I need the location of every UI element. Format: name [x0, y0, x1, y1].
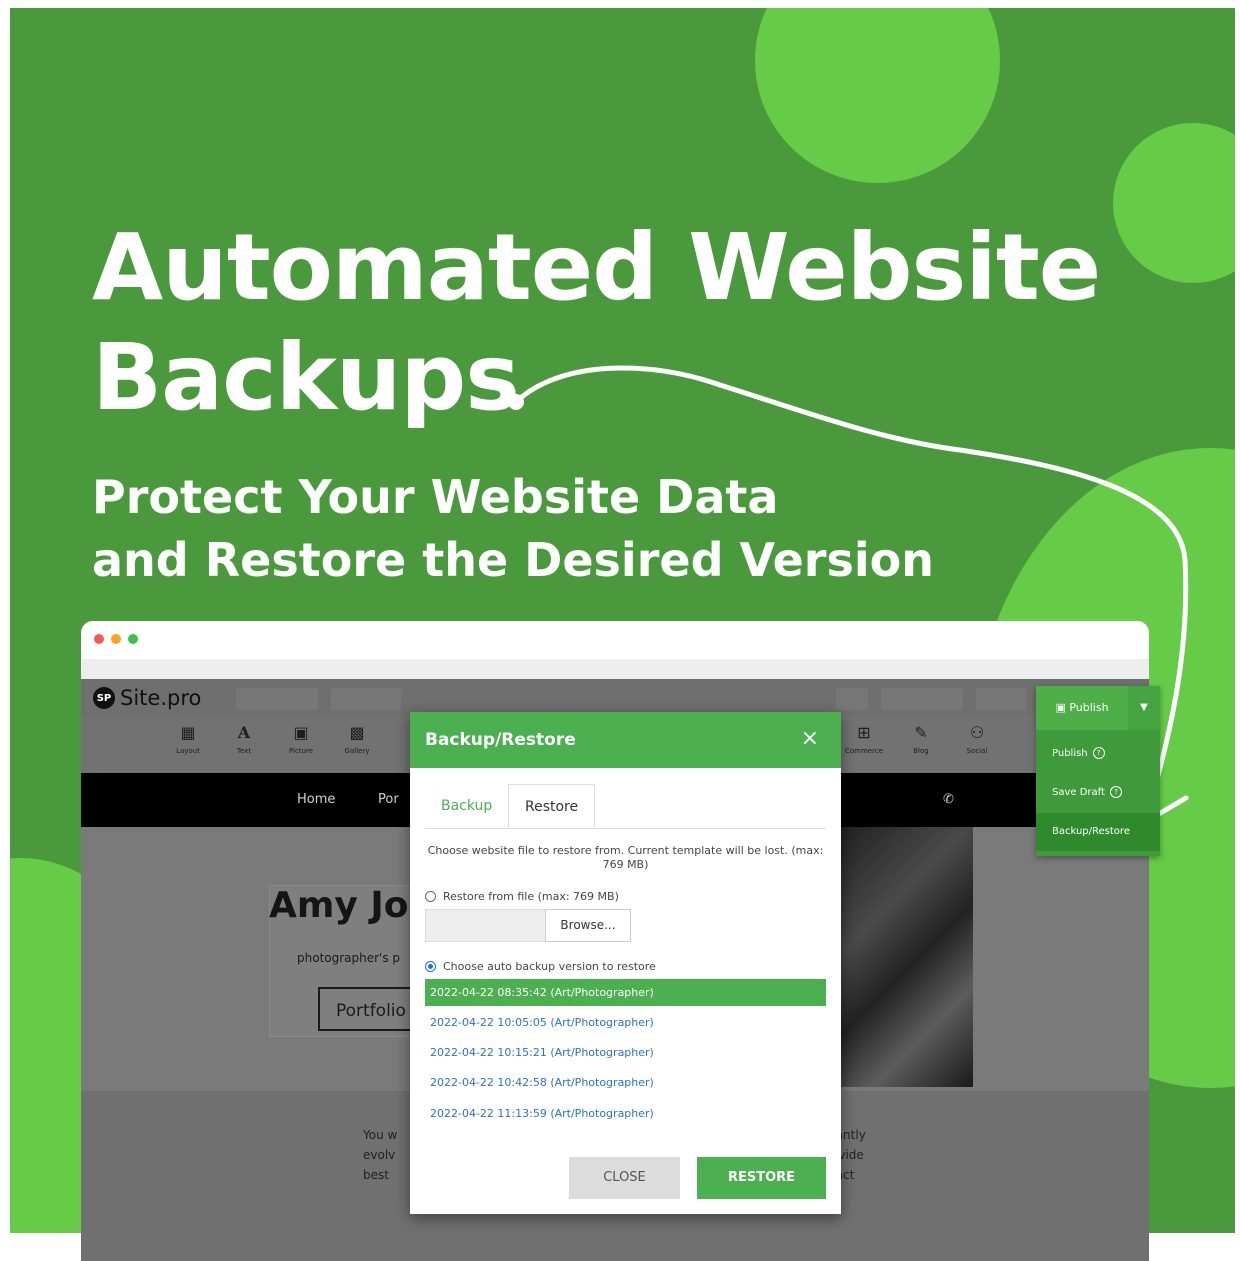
backup-version-item[interactable]: 2022-04-22 10:15:21 (Art/Photographer): [425, 1039, 826, 1066]
file-path-field[interactable]: [425, 909, 546, 942]
dialog-header: Backup/Restore ×: [410, 712, 841, 768]
radio-auto-backup[interactable]: [425, 961, 436, 972]
publish-menu: ▣ Publish ▼ Publish? Save Draft? Backup/…: [1036, 686, 1160, 856]
menu-item-save-draft[interactable]: Save Draft?: [1036, 774, 1160, 812]
backup-version-item[interactable]: 2022-04-22 11:13:59 (Art/Photographer): [425, 1100, 826, 1127]
restore-from-file-option[interactable]: Restore from file (max: 769 MB): [425, 890, 619, 903]
auto-backup-option[interactable]: Choose auto backup version to restore: [425, 960, 656, 973]
close-icon[interactable]: ×: [801, 726, 819, 751]
tab-backup[interactable]: Backup: [425, 784, 508, 828]
close-button[interactable]: CLOSE: [569, 1157, 680, 1199]
help-icon[interactable]: ?: [1109, 786, 1122, 798]
restore-from-file-label: Restore from file (max: 769 MB): [443, 890, 619, 903]
restore-button[interactable]: RESTORE: [697, 1157, 826, 1199]
save-icon: ▣: [1055, 701, 1070, 714]
dialog-tabs: Backup Restore: [425, 784, 826, 829]
menu-item-publish[interactable]: Publish?: [1036, 735, 1160, 773]
backup-version-item[interactable]: 2022-04-22 08:35:42 (Art/Photographer): [425, 979, 826, 1006]
menu-item-backup-restore[interactable]: Backup/Restore: [1036, 813, 1160, 851]
help-icon[interactable]: ?: [1092, 747, 1105, 759]
backup-version-item[interactable]: 2022-04-22 10:05:05 (Art/Photographer): [425, 1009, 826, 1036]
publish-button[interactable]: ▣ Publish: [1036, 686, 1128, 730]
backup-version-item[interactable]: 2022-04-22 10:42:58 (Art/Photographer): [425, 1069, 826, 1096]
tab-restore[interactable]: Restore: [508, 784, 596, 828]
radio-restore-from-file[interactable]: [425, 891, 436, 902]
browse-button[interactable]: Browse...: [545, 909, 631, 942]
restore-info-text: Choose website file to restore from. Cur…: [427, 844, 824, 871]
auto-backup-label: Choose auto backup version to restore: [443, 960, 656, 973]
chevron-down-icon[interactable]: ▼: [1128, 686, 1160, 730]
backup-restore-dialog: Backup/Restore × Backup Restore Choose w…: [410, 712, 841, 1214]
dialog-title: Backup/Restore: [425, 730, 576, 750]
